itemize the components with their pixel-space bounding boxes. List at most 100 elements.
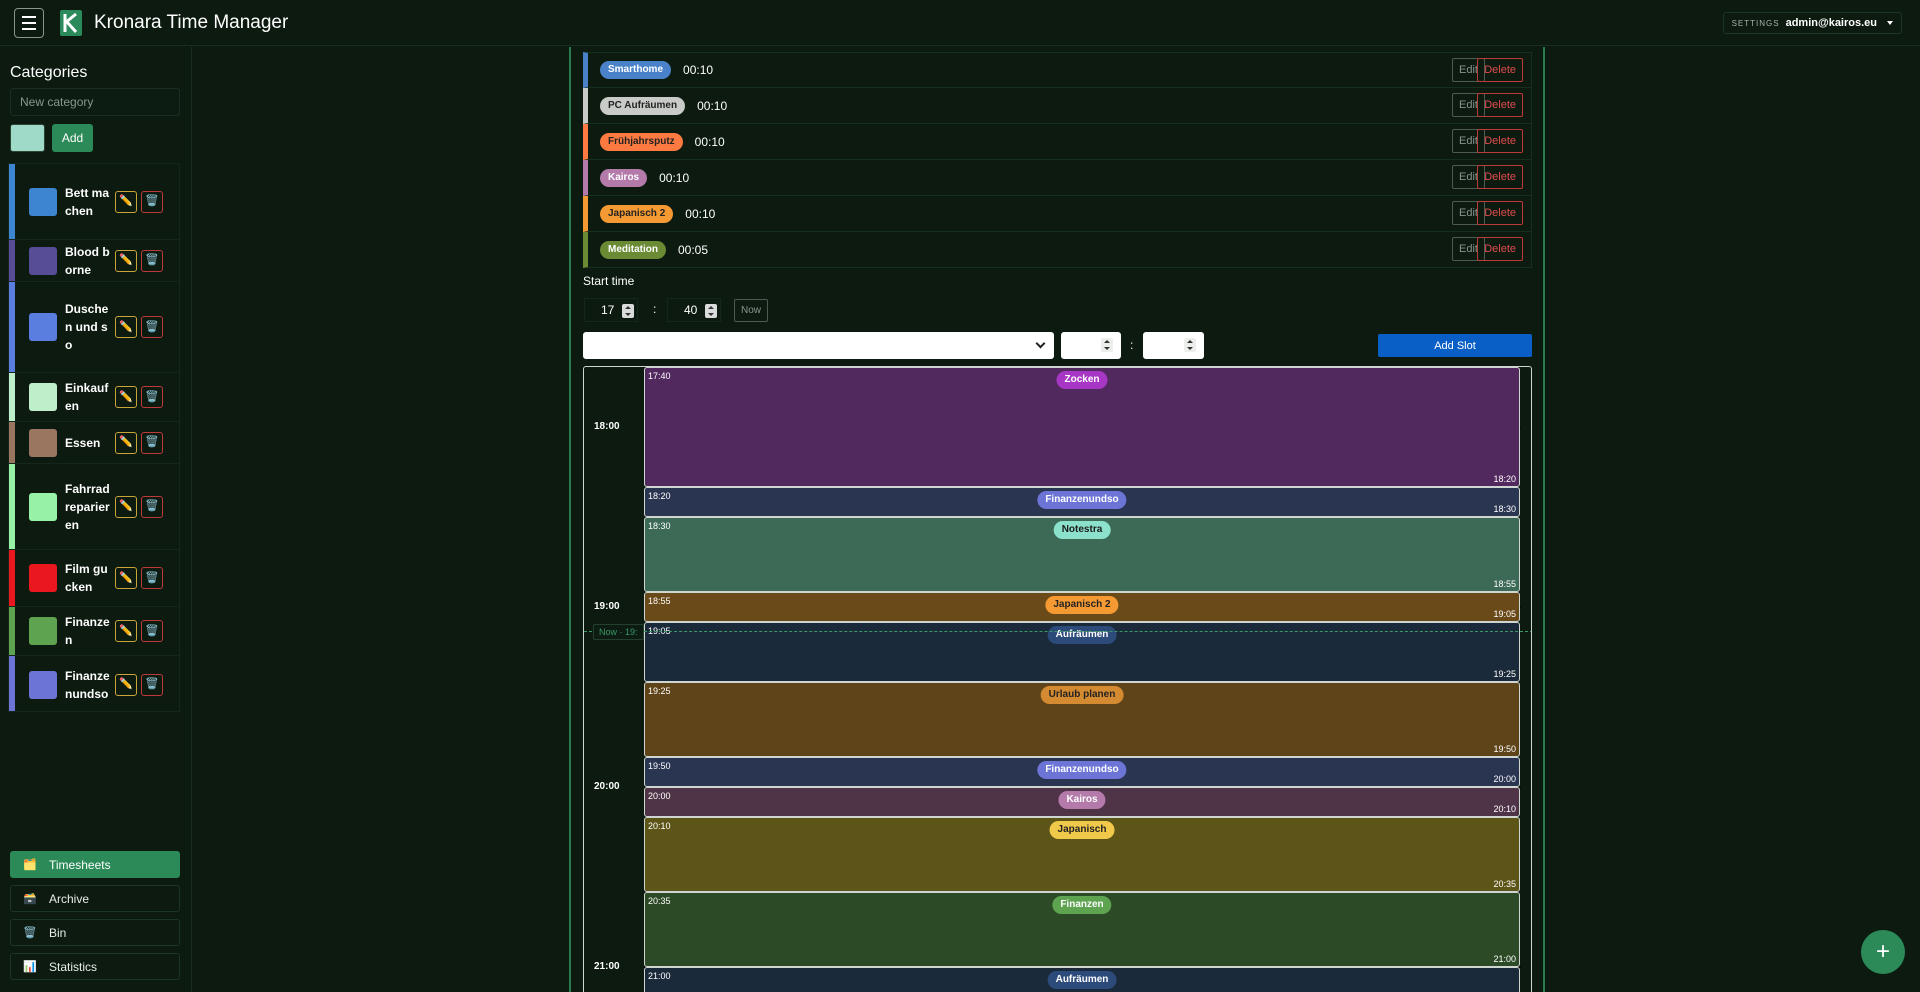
day-timeline: 18:00 19:00 20:00 21:00 17:40 Zocken 18:20 18:2… [583,366,1532,992]
category-item[interactable]: Finanzen ✏️ 🗑️ [9,607,179,656]
category-item[interactable]: Blood borne ✏️ 🗑️ [9,240,179,282]
slot-duration: 00:10 [697,98,728,113]
category-item[interactable]: Duschen und so ✏️ 🗑️ [9,282,179,373]
edit-category-button[interactable]: ✏️ [115,316,137,338]
delete-slot-button[interactable]: Delete [1477,237,1523,261]
category-item[interactable]: Essen ✏️ 🗑️ [9,422,179,464]
pencil-icon: ✏️ [119,678,133,690]
duration-minutes-input[interactable] [1143,332,1204,359]
timeline-block[interactable]: 18:30 Notestra 18:55 [644,517,1520,592]
pencil-icon: ✏️ [119,320,133,333]
delete-category-button[interactable]: 🗑️ [141,673,163,696]
delete-category-button[interactable]: 🗑️ [141,249,163,272]
timeline-block[interactable]: 18:20 Finanzenundso 18:30 [644,487,1520,517]
nav-bin[interactable]: 🗑️ Bin [10,919,180,946]
start-minute-input[interactable]: 40 [667,298,721,322]
nav-statistics[interactable]: 📊 Statistics [10,953,180,980]
trash-icon: 🗑️ [23,927,37,939]
edit-category-button[interactable]: ✏️ [115,495,137,518]
new-category-color-picker[interactable] [10,124,45,152]
timeline-block[interactable]: 19:50 Finanzenundso 20:00 [644,757,1520,787]
trash-icon: 🗑️ [145,390,159,403]
category-select[interactable] [583,332,1054,359]
pencil-icon: ✏️ [119,571,133,584]
category-color-bar [9,422,15,463]
duration-minutes-spinner-icon[interactable] [1184,338,1196,352]
hamburger-menu-button[interactable] [14,8,44,38]
slot-duration: 00:10 [659,170,690,185]
category-color-swatch [29,246,57,275]
timeline-block[interactable]: 17:40 Zocken 18:20 [644,367,1520,487]
delete-category-button[interactable]: 🗑️ [141,316,163,338]
delete-slot-button[interactable]: Delete [1477,93,1523,117]
nav-label: Statistics [49,959,98,974]
timeline-block[interactable]: 21:00 Aufräumen [644,967,1520,992]
edit-category-button[interactable]: ✏️ [115,567,137,589]
duration-hours-input[interactable] [1061,332,1121,359]
top-bar: Kronara Time Manager SETTINGS admin@kair… [0,0,1920,46]
category-item[interactable]: Fahrrad reparieren ✏️ 🗑️ [9,464,179,550]
timeline-block[interactable]: 20:10 Japanisch 20:35 [644,817,1520,892]
pencil-icon: ✏️ [119,500,133,512]
add-floating-button[interactable]: + [1861,930,1905,974]
start-hour-input[interactable]: 17 [584,298,638,322]
delete-category-button[interactable]: 🗑️ [141,431,163,454]
category-item[interactable]: Film gucken ✏️ 🗑️ [9,550,179,607]
category-item[interactable]: Einkaufen ✏️ 🗑️ [9,373,179,422]
block-start-time: 21:00 [648,971,671,981]
new-category-input[interactable] [10,88,180,116]
settings-user-menu[interactable]: SETTINGS admin@kairos.eu [1722,12,1902,34]
delete-slot-button[interactable]: Delete [1477,58,1523,82]
pencil-icon: ✏️ [119,390,133,403]
delete-category-button[interactable]: 🗑️ [141,386,163,408]
trash-icon: 🗑️ [145,254,159,266]
edit-category-button[interactable]: ✏️ [115,431,137,454]
timeline-block[interactable]: 18:55 Japanisch 2 19:05 [644,592,1520,622]
timeline-block[interactable]: 19:25 Urlaub planen 19:50 [644,682,1520,757]
block-category-badge: Urlaub planen [1040,686,1124,704]
edit-category-button[interactable]: ✏️ [115,386,137,408]
delete-category-button[interactable]: 🗑️ [141,495,163,518]
delete-category-button[interactable]: 🗑️ [141,620,163,642]
hour-spinner-icon[interactable] [622,304,634,318]
minute-spinner-icon[interactable] [705,304,717,318]
add-slot-button[interactable]: Add Slot [1378,334,1532,357]
delete-slot-button[interactable]: Delete [1477,129,1523,153]
delete-category-button[interactable]: 🗑️ [141,190,163,213]
nav-label: Timesheets [49,857,111,872]
block-category-badge: Zocken [1056,371,1108,389]
duration-separator: : [1130,338,1134,352]
block-start-time: 17:40 [648,371,671,381]
category-color-bar [9,282,15,372]
block-end-time: 19:50 [1493,744,1516,754]
category-item[interactable]: Finanzenundso ✏️ 🗑️ [9,656,179,711]
edit-category-button[interactable]: ✏️ [115,620,137,642]
nav-label: Bin [49,925,67,940]
block-start-time: 18:30 [648,521,671,531]
category-item[interactable]: Bett machen ✏️ 🗑️ [9,164,179,240]
slot-category-badge: PC Aufräumen [600,96,686,115]
slot-row: PC Aufräumen 00:10 Edit Delete [583,88,1532,124]
nav-archive[interactable]: 🗃️ Archive [10,885,180,912]
duration-hours-spinner-icon[interactable] [1101,338,1113,352]
block-end-time: 21:00 [1493,954,1516,964]
edit-category-button[interactable]: ✏️ [115,673,137,696]
delete-category-button[interactable]: 🗑️ [141,567,163,589]
category-name: Finanzen [65,615,110,647]
add-category-button[interactable]: Add [52,124,93,152]
timeline-block[interactable]: 20:00 Kairos 20:10 [644,787,1520,817]
category-name: Duschen und so [65,302,109,352]
now-button[interactable]: Now [734,299,768,322]
delete-slot-button[interactable]: Delete [1477,201,1523,225]
nav-timesheets[interactable]: 🗂️ Timesheets [10,851,180,878]
edit-category-button[interactable]: ✏️ [115,190,137,213]
category-name: Einkaufen [65,381,109,413]
category-list[interactable]: Bett machen ✏️ 🗑️ Blood borne ✏️ 🗑️ Duschen un… [8,163,180,712]
edit-category-button[interactable]: ✏️ [115,249,137,272]
delete-slot-button[interactable]: Delete [1477,165,1523,189]
app-logo-icon [60,10,82,36]
block-category-badge: Notestra [1053,521,1111,539]
category-name: Fahrrad reparieren [65,481,110,532]
trash-icon: 🗑️ [145,678,159,690]
timeline-block[interactable]: 20:35 Finanzen 21:00 [644,892,1520,967]
